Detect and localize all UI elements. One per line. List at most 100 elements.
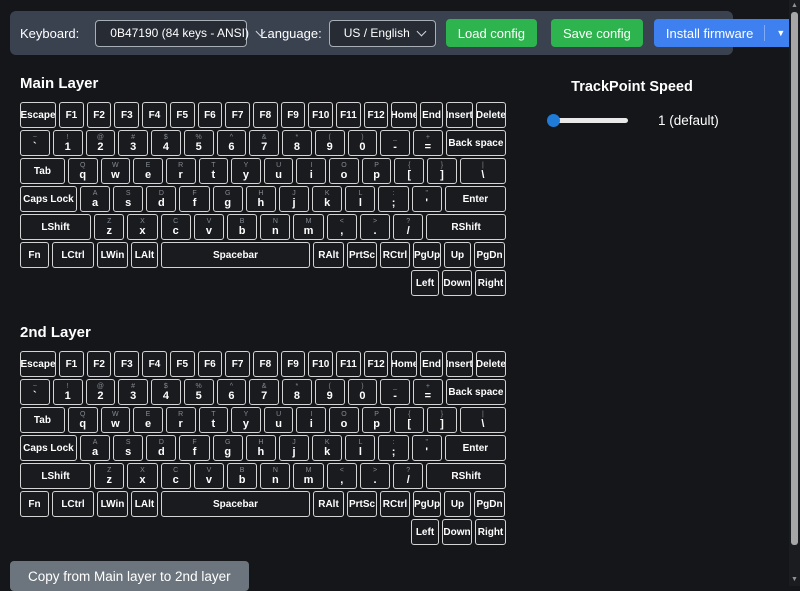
key-a[interactable]: Aa xyxy=(80,186,110,212)
key-sym-47[interactable]: ?/ xyxy=(393,463,423,489)
scrollbar[interactable]: ▲ ▼ xyxy=(789,0,800,586)
key-sym-91[interactable]: {[ xyxy=(394,158,424,184)
key-k[interactable]: Kk xyxy=(312,435,342,461)
key-r[interactable]: Rr xyxy=(166,407,196,433)
key-down[interactable]: Down xyxy=(442,270,472,296)
key-x[interactable]: Xx xyxy=(127,463,157,489)
key-5[interactable]: %5 xyxy=(184,379,214,405)
key-j[interactable]: Jj xyxy=(279,435,309,461)
key-escape[interactable]: Escape xyxy=(20,351,56,377)
key-lalt[interactable]: LAlt xyxy=(131,491,158,517)
key-rctrl[interactable]: RCtrl xyxy=(380,491,410,517)
key-j[interactable]: Jj xyxy=(279,186,309,212)
key-prtsc[interactable]: PrtSc xyxy=(347,242,377,268)
key-d[interactable]: Dd xyxy=(146,186,176,212)
key-home[interactable]: Home xyxy=(391,351,417,377)
key-f4[interactable]: F4 xyxy=(142,102,167,128)
key-f6[interactable]: F6 xyxy=(198,351,223,377)
key-sym-92[interactable]: |\ xyxy=(460,407,506,433)
key-8[interactable]: *8 xyxy=(282,130,312,156)
key-6[interactable]: ^6 xyxy=(217,130,247,156)
key-sym-92[interactable]: |\ xyxy=(460,158,506,184)
key-home[interactable]: Home xyxy=(391,102,417,128)
key-back-space[interactable]: Back space xyxy=(446,130,506,156)
key-ralt[interactable]: RAlt xyxy=(313,242,344,268)
key-enter[interactable]: Enter xyxy=(445,186,506,212)
key-tab[interactable]: Tab xyxy=(20,158,65,184)
key-f11[interactable]: F11 xyxy=(336,351,361,377)
key-sym-61[interactable]: += xyxy=(413,379,443,405)
key-e[interactable]: Ee xyxy=(133,407,163,433)
key-0[interactable]: )0 xyxy=(348,379,378,405)
key-rctrl[interactable]: RCtrl xyxy=(380,242,410,268)
key-sym-61[interactable]: += xyxy=(413,130,443,156)
key-v[interactable]: Vv xyxy=(194,463,224,489)
key-sym-47[interactable]: ?/ xyxy=(393,214,423,240)
key-6[interactable]: ^6 xyxy=(217,379,247,405)
key-sym-45[interactable]: _- xyxy=(380,379,410,405)
key-o[interactable]: Oo xyxy=(329,407,359,433)
key-1[interactable]: !1 xyxy=(53,379,83,405)
key-tab[interactable]: Tab xyxy=(20,407,65,433)
key-f3[interactable]: F3 xyxy=(114,351,139,377)
key-7[interactable]: &7 xyxy=(249,379,279,405)
key-f[interactable]: Ff xyxy=(179,435,209,461)
key-sym-59[interactable]: :; xyxy=(378,186,408,212)
key-caps-lock[interactable]: Caps Lock xyxy=(20,435,77,461)
key-q[interactable]: Qq xyxy=(68,407,98,433)
key-w[interactable]: Ww xyxy=(101,407,131,433)
key-pgup[interactable]: PgUp xyxy=(413,242,441,268)
key-3[interactable]: #3 xyxy=(118,379,148,405)
key-spacebar[interactable]: Spacebar xyxy=(161,242,310,268)
key-z[interactable]: Zz xyxy=(94,463,124,489)
key-end[interactable]: End xyxy=(420,351,442,377)
key-u[interactable]: Uu xyxy=(264,407,294,433)
key-rshift[interactable]: RShift xyxy=(426,463,506,489)
keyboard-model-select[interactable]: 0B47190 (84 keys - ANSI) xyxy=(95,20,247,47)
key-pgup[interactable]: PgUp xyxy=(413,491,441,517)
key-l[interactable]: Ll xyxy=(345,186,375,212)
key-lwin[interactable]: LWin xyxy=(97,242,128,268)
key-4[interactable]: $4 xyxy=(151,130,181,156)
key-g[interactable]: Gg xyxy=(213,186,243,212)
key-caps-lock[interactable]: Caps Lock xyxy=(20,186,77,212)
key-i[interactable]: Ii xyxy=(296,158,326,184)
key-l[interactable]: Ll xyxy=(345,435,375,461)
key-r[interactable]: Rr xyxy=(166,158,196,184)
key-2[interactable]: @2 xyxy=(86,130,116,156)
key-i[interactable]: Ii xyxy=(296,407,326,433)
key-lwin[interactable]: LWin xyxy=(97,491,128,517)
key-pgdn[interactable]: PgDn xyxy=(474,242,505,268)
key-down[interactable]: Down xyxy=(442,519,472,545)
key-0[interactable]: )0 xyxy=(348,130,378,156)
key-sym-45[interactable]: _- xyxy=(380,130,410,156)
trackpoint-speed-slider[interactable] xyxy=(548,114,628,127)
key-2[interactable]: @2 xyxy=(86,379,116,405)
key-sym-39[interactable]: "' xyxy=(412,186,442,212)
key-f9[interactable]: F9 xyxy=(281,351,306,377)
key-a[interactable]: Aa xyxy=(80,435,110,461)
key-3[interactable]: #3 xyxy=(118,130,148,156)
key-f10[interactable]: F10 xyxy=(308,102,333,128)
key-f7[interactable]: F7 xyxy=(225,351,250,377)
key-escape[interactable]: Escape xyxy=(20,102,56,128)
slider-track[interactable] xyxy=(548,118,628,123)
key-7[interactable]: &7 xyxy=(249,130,279,156)
key-n[interactable]: Nn xyxy=(260,463,290,489)
key-f12[interactable]: F12 xyxy=(364,351,389,377)
key-left[interactable]: Left xyxy=(411,270,439,296)
key-z[interactable]: Zz xyxy=(94,214,124,240)
load-config-button[interactable]: Load config xyxy=(446,19,537,47)
key-8[interactable]: *8 xyxy=(282,379,312,405)
key-g[interactable]: Gg xyxy=(213,435,243,461)
key-b[interactable]: Bb xyxy=(227,214,257,240)
key-s[interactable]: Ss xyxy=(113,435,143,461)
key-9[interactable]: (9 xyxy=(315,379,345,405)
scroll-up-icon[interactable]: ▲ xyxy=(789,1,800,11)
key-f5[interactable]: F5 xyxy=(170,102,195,128)
key-sym-93[interactable]: }] xyxy=(427,158,457,184)
key-f6[interactable]: F6 xyxy=(198,102,223,128)
key-lctrl[interactable]: LCtrl xyxy=(52,491,94,517)
key-insert[interactable]: Insert xyxy=(446,351,473,377)
key-fn[interactable]: Fn xyxy=(20,491,49,517)
